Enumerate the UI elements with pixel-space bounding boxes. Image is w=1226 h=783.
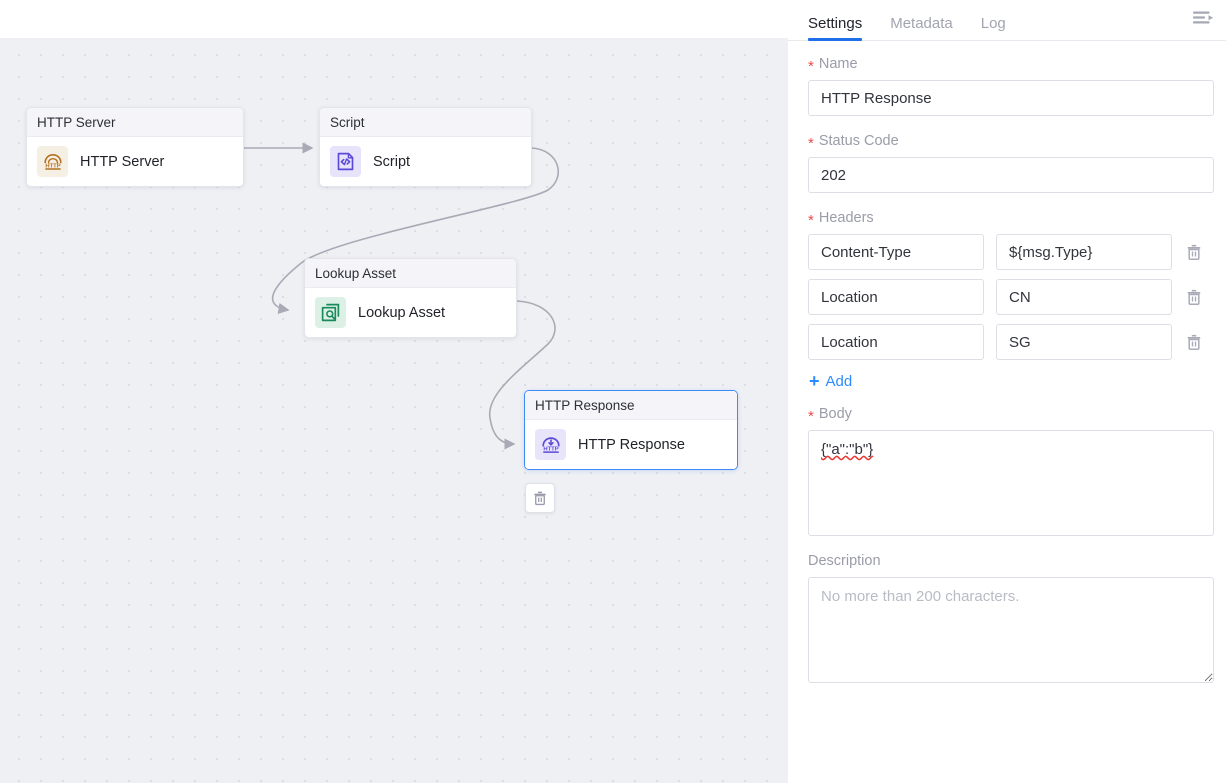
label-description: Description (808, 554, 1212, 569)
body-textarea[interactable]: {"a":"b"} (808, 430, 1214, 536)
field-body: * Body {"a":"b"} (808, 407, 1212, 536)
node-body: HTTP HTTP Response (525, 420, 737, 469)
panel-tabs: Settings Metadata Log (788, 0, 1226, 41)
description-textarea[interactable] (808, 577, 1214, 683)
node-script[interactable]: Script Script (319, 107, 532, 187)
http-server-icon: HTTP (37, 146, 68, 177)
tab-settings[interactable]: Settings (808, 16, 862, 40)
header-key-input[interactable] (808, 324, 984, 360)
header-key-input[interactable] (808, 234, 984, 270)
delete-header-button[interactable] (1184, 242, 1204, 262)
header-row (808, 324, 1212, 360)
node-http-server[interactable]: HTTP Server HTTP HTTP Server (26, 107, 244, 187)
workflow-editor: HTTP Server HTTP HTTP Server (0, 0, 1226, 783)
required-asterisk: * (808, 409, 814, 424)
node-label: Script (373, 154, 410, 170)
canvas-area: HTTP Server HTTP HTTP Server (0, 0, 788, 783)
node-header-label: HTTP Response (535, 398, 635, 413)
delete-node-button[interactable] (525, 483, 555, 513)
node-body: Script (320, 137, 531, 186)
required-asterisk: * (808, 136, 814, 151)
required-asterisk: * (808, 213, 814, 228)
node-header-label: Lookup Asset (315, 266, 396, 281)
body-textarea-value: {"a":"b"} (821, 441, 873, 458)
name-input[interactable] (808, 80, 1214, 116)
status-code-input[interactable] (808, 157, 1214, 193)
tab-metadata-label: Metadata (890, 15, 953, 32)
node-body: Lookup Asset (305, 288, 516, 337)
label-description-text: Description (808, 554, 881, 569)
label-body: * Body (808, 407, 1212, 422)
header-row (808, 234, 1212, 270)
field-name: * Name (808, 57, 1212, 116)
label-status-code: * Status Code (808, 134, 1212, 149)
trash-icon (1185, 333, 1203, 351)
header-value-input[interactable] (996, 279, 1172, 315)
node-body: HTTP HTTP Server (27, 137, 243, 186)
delete-header-button[interactable] (1184, 332, 1204, 352)
lookup-asset-icon (315, 297, 346, 328)
node-label: Lookup Asset (358, 305, 445, 321)
flow-canvas[interactable]: HTTP Server HTTP HTTP Server (0, 38, 788, 783)
node-header: HTTP Server (27, 108, 243, 137)
node-header-label: HTTP Server (37, 115, 116, 130)
field-headers: * Headers (808, 211, 1212, 403)
required-asterisk: * (808, 59, 814, 74)
add-header-button[interactable]: + Add (809, 372, 852, 390)
header-row (808, 279, 1212, 315)
node-header: Lookup Asset (305, 259, 516, 288)
plus-icon: + (809, 372, 820, 390)
node-http-response[interactable]: HTTP Response HTTP HTTP Response (524, 390, 738, 470)
trash-icon (1185, 288, 1203, 306)
label-headers-text: Headers (819, 211, 874, 226)
http-response-icon: HTTP (535, 429, 566, 460)
field-status-code: * Status Code (808, 134, 1212, 193)
node-label: HTTP Response (578, 437, 685, 453)
tab-log[interactable]: Log (981, 16, 1006, 40)
label-name: * Name (808, 57, 1212, 72)
panel-collapse-icon[interactable] (1191, 8, 1215, 30)
tab-log-label: Log (981, 15, 1006, 32)
tab-settings-label: Settings (808, 15, 862, 32)
trash-icon (532, 490, 548, 506)
header-key-input[interactable] (808, 279, 984, 315)
trash-icon (1185, 243, 1203, 261)
node-header-label: Script (330, 115, 365, 130)
inspector-panel: Settings Metadata Log * (788, 0, 1226, 783)
node-lookup-asset[interactable]: Lookup Asset Lookup Asset (304, 258, 517, 338)
delete-header-button[interactable] (1184, 287, 1204, 307)
label-name-text: Name (819, 57, 858, 72)
node-label: HTTP Server (80, 154, 164, 170)
field-description: Description (808, 554, 1212, 683)
add-header-label: Add (826, 373, 853, 390)
label-headers: * Headers (808, 211, 1212, 226)
script-code-icon (330, 146, 361, 177)
label-body-text: Body (819, 407, 852, 422)
header-value-input[interactable] (996, 324, 1172, 360)
node-header: HTTP Response (525, 391, 737, 420)
header-value-input[interactable] (996, 234, 1172, 270)
label-status-code-text: Status Code (819, 134, 899, 149)
settings-form: * Name * Status Code * Headers (788, 41, 1226, 683)
tab-metadata[interactable]: Metadata (890, 16, 953, 40)
node-header: Script (320, 108, 531, 137)
